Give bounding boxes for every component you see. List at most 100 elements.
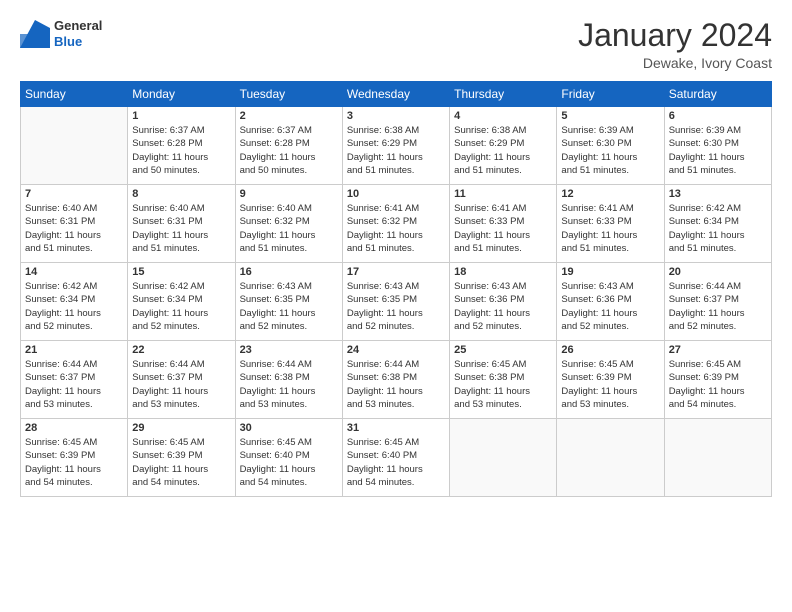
day-number: 4 bbox=[454, 110, 552, 122]
day-number: 14 bbox=[25, 266, 123, 278]
calendar-week-row: 21 Sunrise: 6:44 AMSunset: 6:37 PMDayligh… bbox=[21, 341, 772, 419]
calendar-week-row: 1 Sunrise: 6:37 AMSunset: 6:28 PMDaylight… bbox=[21, 107, 772, 185]
day-info: Sunrise: 6:45 AMSunset: 6:40 PMDaylight:… bbox=[240, 436, 338, 489]
calendar-cell bbox=[557, 419, 664, 497]
calendar-cell: 22Sunrise: 6:44 AMSunset: 6:37 PMDayligh… bbox=[128, 341, 235, 419]
calendar-week-row: 7 Sunrise: 6:40 AMSunset: 6:31 PMDaylight… bbox=[21, 185, 772, 263]
calendar-cell: 19Sunrise: 6:43 AMSunset: 6:36 PMDayligh… bbox=[557, 263, 664, 341]
day-info: Sunrise: 6:45 AMSunset: 6:39 PMDaylight:… bbox=[669, 358, 767, 411]
calendar-cell bbox=[21, 107, 128, 185]
day-info: Sunrise: 6:40 AMSunset: 6:32 PMDaylight:… bbox=[240, 202, 338, 255]
day-info: Sunrise: 6:43 AMSunset: 6:36 PMDaylight:… bbox=[561, 280, 659, 333]
calendar-header-saturday: Saturday bbox=[664, 82, 771, 107]
day-info: Sunrise: 6:44 AMSunset: 6:37 PMDaylight:… bbox=[25, 358, 123, 411]
calendar-cell: 20 Sunrise: 6:44 AMSunset: 6:37 PMDayligh… bbox=[664, 263, 771, 341]
calendar-cell: 10 Sunrise: 6:41 AMSunset: 6:32 PMDayligh… bbox=[342, 185, 449, 263]
calendar-cell: 21 Sunrise: 6:44 AMSunset: 6:37 PMDayligh… bbox=[21, 341, 128, 419]
day-number: 27 bbox=[669, 344, 767, 356]
logo-general: General bbox=[54, 18, 102, 34]
day-number: 1 bbox=[132, 110, 230, 122]
day-number: 17 bbox=[347, 266, 445, 278]
day-info: Sunrise: 6:37 AMSunset: 6:28 PMDaylight:… bbox=[240, 124, 338, 177]
calendar-cell: 18Sunrise: 6:43 AMSunset: 6:36 PMDayligh… bbox=[450, 263, 557, 341]
day-info: Sunrise: 6:45 AMSunset: 6:39 PMDaylight:… bbox=[132, 436, 230, 489]
month-title: January 2024 bbox=[578, 18, 772, 53]
logo-text: General Blue bbox=[54, 18, 102, 49]
day-info: Sunrise: 6:44 AMSunset: 6:38 PMDaylight:… bbox=[347, 358, 445, 411]
day-info: Sunrise: 6:45 AMSunset: 6:38 PMDaylight:… bbox=[454, 358, 552, 411]
day-info: Sunrise: 6:45 AMSunset: 6:39 PMDaylight:… bbox=[25, 436, 123, 489]
day-info: Sunrise: 6:42 AMSunset: 6:34 PMDaylight:… bbox=[132, 280, 230, 333]
calendar-cell: 23 Sunrise: 6:44 AMSunset: 6:38 PMDayligh… bbox=[235, 341, 342, 419]
day-number: 21 bbox=[25, 344, 123, 356]
day-number: 22 bbox=[132, 344, 230, 356]
calendar-cell: 4Sunrise: 6:38 AMSunset: 6:29 PMDaylight… bbox=[450, 107, 557, 185]
day-number: 23 bbox=[240, 344, 338, 356]
day-info: Sunrise: 6:43 AMSunset: 6:35 PMDaylight:… bbox=[240, 280, 338, 333]
day-number: 3 bbox=[347, 110, 445, 122]
calendar-header-tuesday: Tuesday bbox=[235, 82, 342, 107]
day-info: Sunrise: 6:41 AMSunset: 6:33 PMDaylight:… bbox=[454, 202, 552, 255]
day-info: Sunrise: 6:44 AMSunset: 6:38 PMDaylight:… bbox=[240, 358, 338, 411]
logo-icon bbox=[20, 20, 50, 48]
calendar-cell: 17 Sunrise: 6:43 AMSunset: 6:35 PMDayligh… bbox=[342, 263, 449, 341]
calendar-cell: 14 Sunrise: 6:42 AMSunset: 6:34 PMDayligh… bbox=[21, 263, 128, 341]
logo-blue: Blue bbox=[54, 34, 102, 50]
day-info: Sunrise: 6:45 AMSunset: 6:39 PMDaylight:… bbox=[561, 358, 659, 411]
day-number: 25 bbox=[454, 344, 552, 356]
header: General Blue January 2024 Dewake, Ivory … bbox=[20, 18, 772, 71]
day-number: 11 bbox=[454, 188, 552, 200]
day-info: Sunrise: 6:42 AMSunset: 6:34 PMDaylight:… bbox=[669, 202, 767, 255]
day-number: 7 bbox=[25, 188, 123, 200]
calendar-cell: 7Sunrise: 6:40 AMSunset: 6:31 PMDaylight… bbox=[21, 185, 128, 263]
calendar-cell: 15 Sunrise: 6:42 AMSunset: 6:34 PMDayligh… bbox=[128, 263, 235, 341]
calendar-cell: 24 Sunrise: 6:44 AMSunset: 6:38 PMDayligh… bbox=[342, 341, 449, 419]
logo: General Blue bbox=[20, 18, 102, 49]
calendar-header-friday: Friday bbox=[557, 82, 664, 107]
calendar-cell: 29Sunrise: 6:45 AMSunset: 6:39 PMDayligh… bbox=[128, 419, 235, 497]
calendar-cell: 3Sunrise: 6:38 AMSunset: 6:29 PMDaylight… bbox=[342, 107, 449, 185]
day-number: 24 bbox=[347, 344, 445, 356]
day-number: 30 bbox=[240, 422, 338, 434]
day-number: 20 bbox=[669, 266, 767, 278]
calendar-cell: 2 Sunrise: 6:37 AMSunset: 6:28 PMDaylight… bbox=[235, 107, 342, 185]
page: General Blue January 2024 Dewake, Ivory … bbox=[0, 0, 792, 612]
calendar-cell: 13 Sunrise: 6:42 AMSunset: 6:34 PMDayligh… bbox=[664, 185, 771, 263]
calendar-cell: 28 Sunrise: 6:45 AMSunset: 6:39 PMDayligh… bbox=[21, 419, 128, 497]
calendar-cell: 1Sunrise: 6:37 AMSunset: 6:28 PMDaylight… bbox=[128, 107, 235, 185]
day-number: 5 bbox=[561, 110, 659, 122]
day-info: Sunrise: 6:41 AMSunset: 6:33 PMDaylight:… bbox=[561, 202, 659, 255]
day-number: 9 bbox=[240, 188, 338, 200]
calendar-cell: 30 Sunrise: 6:45 AMSunset: 6:40 PMDayligh… bbox=[235, 419, 342, 497]
day-number: 2 bbox=[240, 110, 338, 122]
day-number: 18 bbox=[454, 266, 552, 278]
calendar-cell: 6 Sunrise: 6:39 AMSunset: 6:30 PMDaylight… bbox=[664, 107, 771, 185]
day-number: 26 bbox=[561, 344, 659, 356]
day-info: Sunrise: 6:39 AMSunset: 6:30 PMDaylight:… bbox=[669, 124, 767, 177]
day-number: 13 bbox=[669, 188, 767, 200]
day-number: 15 bbox=[132, 266, 230, 278]
calendar-cell bbox=[450, 419, 557, 497]
title-block: January 2024 Dewake, Ivory Coast bbox=[578, 18, 772, 71]
calendar-cell: 31Sunrise: 6:45 AMSunset: 6:40 PMDayligh… bbox=[342, 419, 449, 497]
calendar-cell: 26 Sunrise: 6:45 AMSunset: 6:39 PMDayligh… bbox=[557, 341, 664, 419]
day-info: Sunrise: 6:44 AMSunset: 6:37 PMDaylight:… bbox=[669, 280, 767, 333]
day-info: Sunrise: 6:43 AMSunset: 6:35 PMDaylight:… bbox=[347, 280, 445, 333]
calendar-header-sunday: Sunday bbox=[21, 82, 128, 107]
calendar-cell: 11 Sunrise: 6:41 AMSunset: 6:33 PMDayligh… bbox=[450, 185, 557, 263]
day-info: Sunrise: 6:39 AMSunset: 6:30 PMDaylight:… bbox=[561, 124, 659, 177]
day-number: 6 bbox=[669, 110, 767, 122]
day-number: 10 bbox=[347, 188, 445, 200]
calendar-cell: 8Sunrise: 6:40 AMSunset: 6:31 PMDaylight… bbox=[128, 185, 235, 263]
calendar-cell: 12 Sunrise: 6:41 AMSunset: 6:33 PMDayligh… bbox=[557, 185, 664, 263]
calendar-header-wednesday: Wednesday bbox=[342, 82, 449, 107]
day-number: 28 bbox=[25, 422, 123, 434]
location: Dewake, Ivory Coast bbox=[578, 55, 772, 71]
day-info: Sunrise: 6:41 AMSunset: 6:32 PMDaylight:… bbox=[347, 202, 445, 255]
calendar-header-row: SundayMondayTuesdayWednesdayThursdayFrid… bbox=[21, 82, 772, 107]
day-number: 12 bbox=[561, 188, 659, 200]
calendar-cell: 16Sunrise: 6:43 AMSunset: 6:35 PMDayligh… bbox=[235, 263, 342, 341]
day-info: Sunrise: 6:40 AMSunset: 6:31 PMDaylight:… bbox=[132, 202, 230, 255]
day-info: Sunrise: 6:42 AMSunset: 6:34 PMDaylight:… bbox=[25, 280, 123, 333]
calendar-cell: 25 Sunrise: 6:45 AMSunset: 6:38 PMDayligh… bbox=[450, 341, 557, 419]
